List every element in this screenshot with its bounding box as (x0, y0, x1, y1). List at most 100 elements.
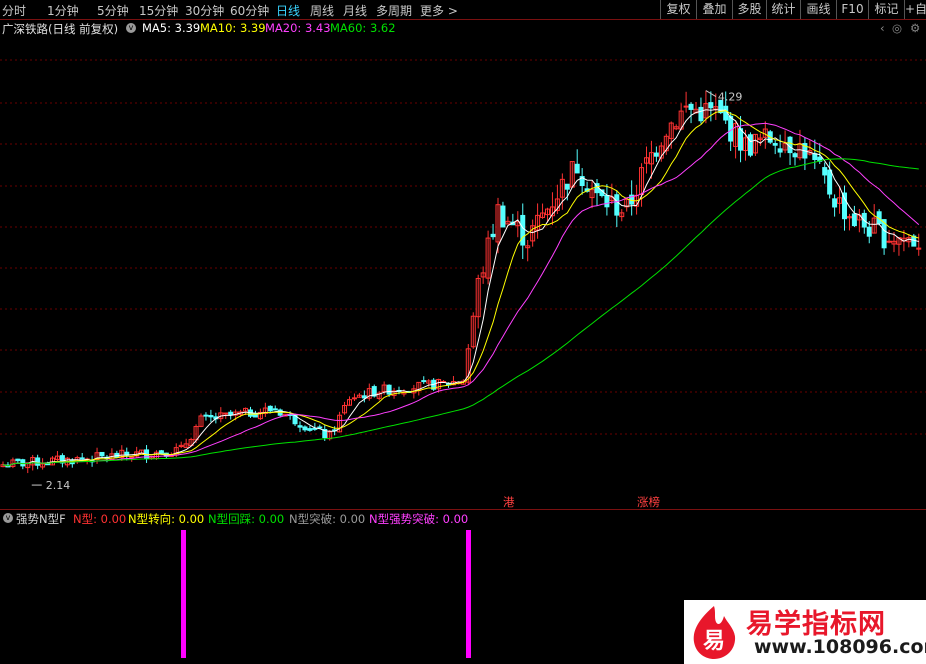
chevron-down-icon[interactable]: v (126, 23, 136, 33)
tab-period[interactable]: 周线 (310, 2, 334, 19)
candle-body (351, 397, 357, 400)
pane-divider (0, 509, 926, 510)
candle-body (604, 194, 610, 208)
candle-body (99, 451, 105, 457)
watermark-logo: 易 易学指标网 www.108096.com (684, 600, 926, 664)
logo-char: 易 (703, 629, 725, 654)
draw-line-button[interactable]: 画线 (800, 0, 836, 19)
candle-body (272, 408, 278, 411)
period-toolbar: 分时 1分钟 5分钟 15分钟 30分钟 60分钟 日线 周线 月线 多周期 更… (0, 0, 926, 20)
ma5-line (2, 109, 919, 467)
ma20-label: MA20: 3.43 (265, 21, 331, 35)
tab-period[interactable]: 多周期 (376, 2, 412, 19)
chevron-left-icon[interactable]: ‹ (880, 21, 885, 35)
n-signal-bar (466, 530, 471, 658)
chevron-down-icon[interactable]: v (3, 513, 13, 523)
tab-period-active[interactable]: 日线 (276, 2, 300, 19)
candle-body (653, 152, 659, 157)
indicator-field: N型突破: 0.00 (289, 512, 366, 526)
candle-body (520, 214, 526, 246)
tab-period[interactable]: 60分钟 (230, 2, 269, 19)
candle-body (787, 136, 793, 154)
indicator-title-bar: v 强势N型F N型: 0.00 N型转向: 0.00 N型回踩: 0.00 N… (0, 511, 926, 527)
mark-button[interactable]: 标记 (868, 0, 904, 19)
tab-period[interactable]: 30分钟 (185, 2, 224, 19)
candle-body (564, 183, 570, 190)
fuquan-button[interactable]: 复权 (660, 0, 696, 19)
candle-body (302, 426, 308, 431)
tab-period[interactable]: 月线 (343, 2, 367, 19)
indicator-field: N型转向: 0.00 (128, 512, 205, 526)
candle-body (777, 148, 783, 153)
flame-logo-icon: 易 (693, 606, 736, 659)
candle-body (500, 205, 506, 228)
n-signal-bar (181, 530, 186, 658)
candle-body (267, 405, 273, 412)
candle-body (208, 415, 214, 418)
indicator-field: N型回踩: 0.00 (208, 512, 285, 526)
top-gainers-tag: 涨榜 (637, 495, 660, 509)
indicator-name[interactable]: 强势N型F (16, 511, 66, 527)
candle-body (15, 458, 21, 462)
candle-body (728, 115, 734, 142)
more-label: 更多 (420, 4, 445, 18)
custom-add-button[interactable]: +自 (904, 0, 926, 19)
candle-body (866, 226, 872, 237)
candle-body (35, 457, 41, 466)
candle-body (614, 194, 620, 216)
watermark-url: www.108096.com (754, 636, 926, 658)
candle-body (20, 459, 26, 467)
candle-body (223, 412, 229, 415)
high-price-label: 4.29 (718, 91, 743, 104)
candle-body (574, 163, 580, 174)
ma20-line (2, 122, 920, 467)
indicator-field: N型强势突破: 0.00 (369, 512, 469, 526)
candle-body (812, 153, 818, 161)
more-menu[interactable]: 更多 > (420, 2, 458, 19)
tab-period[interactable]: 5分钟 (97, 2, 129, 19)
candle-body (421, 380, 427, 383)
multi-stock-button[interactable]: 多股 (732, 0, 766, 19)
stock-title[interactable]: 广深铁路(日线 前复权) (2, 21, 118, 37)
candle-body (79, 457, 85, 460)
gear-icon[interactable]: ⚙ (910, 21, 920, 35)
ma10-label: MA10: 3.39 (200, 21, 266, 35)
chevron-right-icon: > (447, 4, 458, 18)
tab-period[interactable]: 1分钟 (47, 2, 79, 19)
ma60-line (2, 158, 919, 467)
candle-body (738, 128, 744, 151)
ma60-label: MA60: 3.62 (330, 21, 396, 35)
indicator-field: N型: 0.00 (73, 512, 127, 526)
cursor-icon[interactable]: ◎ (892, 21, 902, 35)
candle-body (297, 425, 303, 428)
candle-body (747, 134, 753, 156)
low-price-label: 2.14 (46, 479, 71, 492)
candle-body (822, 167, 828, 176)
candle-body (886, 240, 892, 243)
candle-body (688, 103, 694, 110)
candle-body (792, 153, 798, 158)
candle-body (307, 428, 313, 431)
candle-body (708, 102, 714, 109)
candle-body (158, 450, 164, 455)
ma5-label: MA5: 3.39 (142, 21, 201, 35)
hk-tag: 港 (503, 495, 515, 509)
candle-body (698, 106, 704, 122)
candle-body (851, 213, 857, 227)
candle-body (842, 192, 847, 220)
candle-body (203, 414, 209, 417)
candle-body (317, 426, 323, 429)
tab-period[interactable]: 15分钟 (139, 2, 178, 19)
candle-body (361, 395, 367, 399)
chart-title-bar: 广深铁路(日线 前复权) v MA5: 3.39 MA10: 3.39 MA20… (0, 21, 926, 37)
candle-body (129, 456, 135, 459)
stats-button[interactable]: 统计 (766, 0, 800, 19)
candle-body (683, 105, 689, 108)
candle-body (832, 198, 838, 208)
candle-body (45, 463, 51, 466)
overlay-button[interactable]: 叠加 (696, 0, 732, 19)
f10-button[interactable]: F10 (836, 0, 868, 19)
price-chart[interactable]: 4.29 2.14 (0, 36, 926, 508)
candle-body (772, 143, 778, 146)
tab-period[interactable]: 分时 (2, 2, 26, 19)
